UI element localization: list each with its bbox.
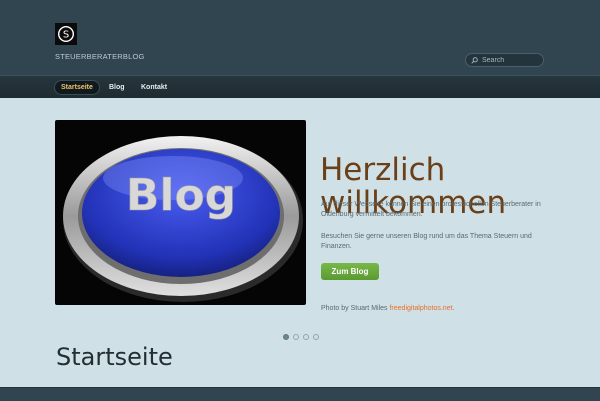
credit-prefix: Photo by Stuart Miles <box>321 305 390 312</box>
photo-credit: Photo by Stuart Miles freedigitalphotos.… <box>321 305 454 312</box>
logo-s-icon: S <box>57 25 75 43</box>
hero-title-line1: Herzlich <box>320 151 446 188</box>
nav-item-blog[interactable]: Blog <box>103 81 131 94</box>
site-logo[interactable]: S <box>55 23 77 45</box>
nav-item-startseite[interactable]: Startseite <box>55 81 99 94</box>
page-heading: Startseite <box>56 343 173 371</box>
site-header: S STEUERBERATERBLOG <box>0 0 600 75</box>
hero-paragraph-2: Besuchen Sie gerne unseren Blog rund um … <box>321 233 532 250</box>
hero-paragraph-1: Auf dieser Webseite können Sie einen pro… <box>321 201 541 218</box>
slider-dot-3[interactable] <box>303 334 309 340</box>
slider-dot-4[interactable] <box>313 334 319 340</box>
slider-dots <box>283 334 319 340</box>
zum-blog-button[interactable]: Zum Blog <box>321 263 379 280</box>
image-text: Blog <box>126 170 236 221</box>
blog-button-image: Blog <box>63 136 303 302</box>
credit-link[interactable]: freedigitalphotos.net <box>389 305 452 312</box>
slider-dot-1[interactable] <box>283 334 289 340</box>
site-name[interactable]: STEUERBERATERBLOG <box>55 52 145 61</box>
credit-suffix: . <box>452 305 455 312</box>
search-input[interactable] <box>478 56 542 64</box>
logo-letter: S <box>63 30 69 41</box>
hero-image[interactable]: Blog <box>55 120 306 305</box>
search-icon <box>471 56 478 64</box>
search-box[interactable] <box>465 53 544 67</box>
nav-item-kontakt[interactable]: Kontakt <box>135 81 173 94</box>
slider-dot-2[interactable] <box>293 334 299 340</box>
main-nav: Startseite Blog Kontakt <box>0 75 600 98</box>
bottom-bar <box>0 387 600 401</box>
